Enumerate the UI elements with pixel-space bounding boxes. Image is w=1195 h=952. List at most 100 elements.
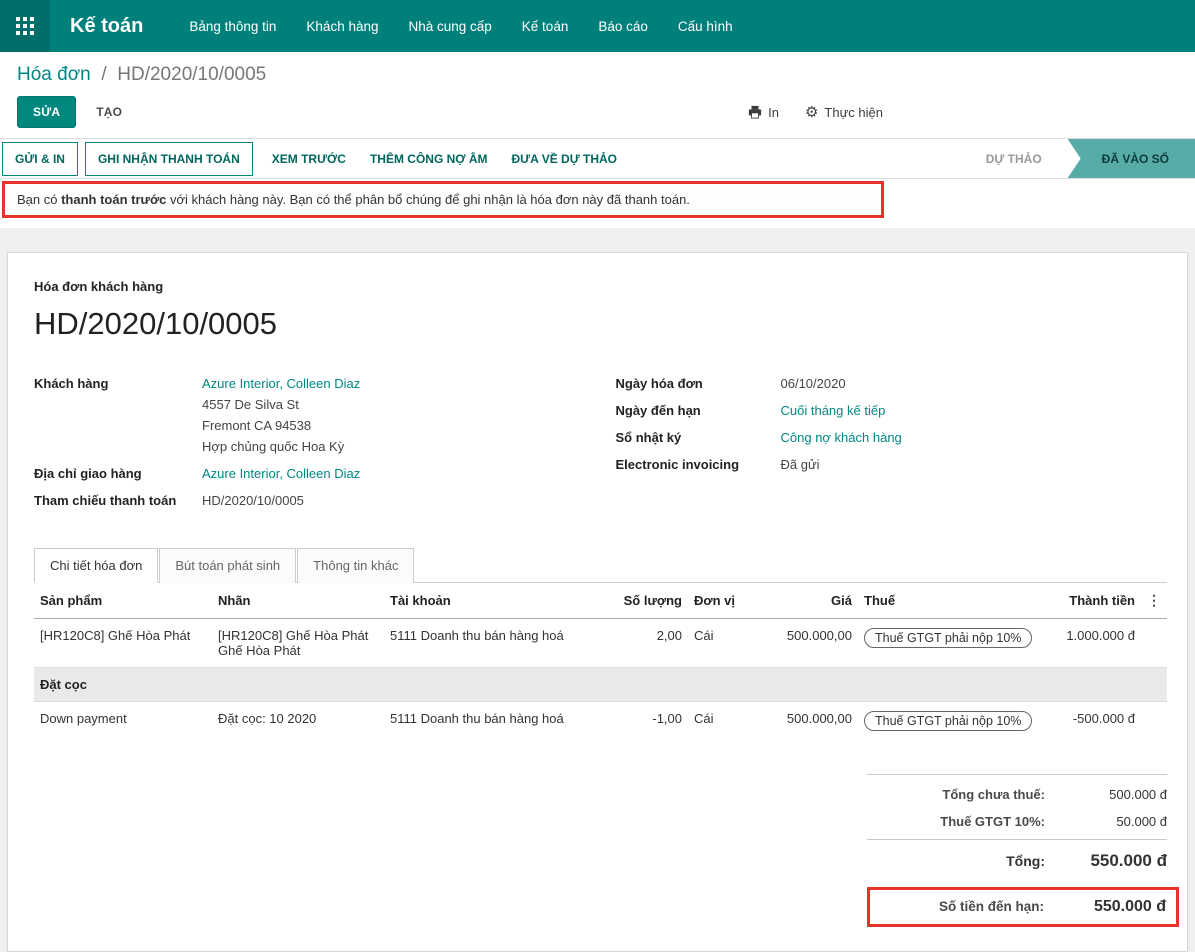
menu-vendors[interactable]: Nhà cung cấp xyxy=(408,19,491,34)
due-date-link[interactable]: Cuối tháng kế tiếp xyxy=(781,401,886,421)
breadcrumb-separator: / xyxy=(101,64,106,85)
printer-icon xyxy=(748,105,762,119)
cell-label: [HR120C8] Ghế Hòa Phát Ghế Hòa Phát xyxy=(212,619,384,668)
totals-table: Tổng chưa thuế: 500.000 đ Thuế GTGT 10%:… xyxy=(867,774,1167,927)
breadcrumb: Hóa đơn / HD/2020/10/0005 xyxy=(0,52,1195,90)
total-untaxed-row: Tổng chưa thuế: 500.000 đ xyxy=(867,781,1167,808)
customer-label: Khách hàng xyxy=(34,374,202,457)
invoice-lines-table: Sản phẩm Nhãn Tài khoản Số lượng Đơn vị … xyxy=(34,583,1167,740)
amount-due-value: 550.000 đ xyxy=(1060,898,1166,916)
status-posted[interactable]: ĐÃ VÀO SỔ xyxy=(1068,139,1195,178)
total-tax-value: 50.000 đ xyxy=(1061,814,1167,829)
col-product: Sản phẩm xyxy=(34,583,212,619)
total-untaxed-value: 500.000 đ xyxy=(1061,787,1167,802)
cell-quantity: -1,00 xyxy=(610,702,688,741)
delivery-address-link[interactable]: Azure Interior, Colleen Diaz xyxy=(202,464,360,484)
print-menu[interactable]: In xyxy=(748,105,779,120)
status-draft[interactable]: DỰ THẢO xyxy=(960,139,1068,178)
register-payment-button[interactable]: GHI NHẬN THANH TOÁN xyxy=(85,142,253,176)
breadcrumb-current: HD/2020/10/0005 xyxy=(117,64,266,85)
statusbar-buttons: GỬI & IN GHI NHẬN THANH TOÁN XEM TRƯỚC T… xyxy=(0,139,629,178)
preview-button[interactable]: XEM TRƯỚC xyxy=(260,143,358,175)
total-tax-row: Thuế GTGT 10%: 50.000 đ xyxy=(867,808,1167,835)
edit-button[interactable]: SỬA xyxy=(17,96,76,128)
col-options: ⋮ xyxy=(1141,583,1167,619)
cell-product: Down payment xyxy=(34,702,212,741)
table-row[interactable]: Down payment Đặt cọc: 10 2020 5111 Doanh… xyxy=(34,702,1167,741)
menu-customers[interactable]: Khách hàng xyxy=(306,19,378,34)
reset-to-draft-button[interactable]: ĐƯA VỀ DỰ THẢO xyxy=(500,143,629,175)
tab-journal-items[interactable]: Bút toán phát sinh xyxy=(159,548,296,583)
invoice-date-label: Ngày hóa đơn xyxy=(616,374,781,394)
col-unit: Đơn vị xyxy=(688,583,750,619)
annotation-box-amount-due: Số tiền đến hạn: 550.000 đ xyxy=(867,887,1179,927)
customer-address-line: Fremont CA 94538 xyxy=(202,415,360,436)
menu-configuration[interactable]: Cấu hình xyxy=(678,19,733,34)
cell-options xyxy=(1141,702,1167,741)
table-section-row[interactable]: Đặt cọc xyxy=(34,668,1167,702)
field-journal: Sổ nhật ký Công nợ khách hàng xyxy=(616,428,1168,448)
send-print-button[interactable]: GỬI & IN xyxy=(2,142,78,176)
col-tax: Thuế xyxy=(858,583,1044,619)
status-pipeline: DỰ THẢO ĐÃ VÀO SỔ xyxy=(960,139,1195,178)
field-customer: Khách hàng Azure Interior, Colleen Diaz … xyxy=(34,374,586,457)
invoice-sheet: Hóa đơn khách hàng HD/2020/10/0005 Khách… xyxy=(7,252,1188,952)
payment-reference-value: HD/2020/10/0005 xyxy=(202,491,304,511)
grand-total-label: Tổng: xyxy=(1006,853,1045,869)
field-delivery-address: Địa chỉ giao hàng Azure Interior, Collee… xyxy=(34,464,586,484)
fields-right-column: Ngày hóa đơn 06/10/2020 Ngày đến hạn Cuố… xyxy=(616,374,1168,518)
cell-tax: Thuế GTGT phải nộp 10% xyxy=(858,619,1044,668)
notebook-tabs: Chi tiết hóa đơn Bút toán phát sinh Thôn… xyxy=(34,548,1167,583)
content-area: Hóa đơn khách hàng HD/2020/10/0005 Khách… xyxy=(0,228,1195,952)
tax-badge: Thuế GTGT phải nộp 10% xyxy=(864,711,1032,731)
field-electronic-invoicing: Electronic invoicing Đã gửi xyxy=(616,455,1168,475)
invoice-date-value: 06/10/2020 xyxy=(781,374,846,394)
journal-link[interactable]: Công nợ khách hàng xyxy=(781,428,902,448)
cell-tax: Thuế GTGT phải nộp 10% xyxy=(858,702,1044,741)
amount-due-label: Số tiền đến hạn: xyxy=(939,899,1044,914)
column-options-icon[interactable]: ⋮ xyxy=(1147,592,1161,608)
apps-grid-icon xyxy=(16,17,34,35)
field-payment-reference: Tham chiếu thanh toán HD/2020/10/0005 xyxy=(34,491,586,511)
cell-account: 5111 Doanh thu bán hàng hoá xyxy=(384,619,610,668)
section-label: Đặt cọc xyxy=(34,668,1167,702)
cell-options xyxy=(1141,619,1167,668)
gear-icon: ⚙ xyxy=(805,105,818,120)
create-button[interactable]: TẠO xyxy=(96,105,122,119)
action-menu[interactable]: ⚙ Thực hiện xyxy=(805,105,883,120)
menu-dashboard[interactable]: Bảng thông tin xyxy=(189,19,276,34)
einvoice-label: Electronic invoicing xyxy=(616,455,781,475)
amount-due-row: Số tiền đến hạn: 550.000 đ xyxy=(880,894,1166,920)
menu-accounting[interactable]: Kế toán xyxy=(522,19,569,34)
col-price: Giá xyxy=(750,583,858,619)
add-credit-note-button[interactable]: THÊM CÔNG NỢ ÂM xyxy=(358,143,500,175)
col-account: Tài khoản xyxy=(384,583,610,619)
customer-address-line: Hợp chủng quốc Hoa Kỳ xyxy=(202,436,360,457)
control-panel: SỬA TẠO In ⚙ Thực hiện xyxy=(0,90,1195,138)
journal-label: Sổ nhật ký xyxy=(616,428,781,448)
tab-other-info[interactable]: Thông tin khác xyxy=(297,548,414,583)
invoice-number: HD/2020/10/0005 xyxy=(34,306,1167,342)
cell-price: 500.000,00 xyxy=(750,702,858,741)
app-title[interactable]: Kế toán xyxy=(70,15,143,38)
tab-invoice-lines[interactable]: Chi tiết hóa đơn xyxy=(34,548,158,583)
cell-product: [HR120C8] Ghế Hòa Phát xyxy=(34,619,212,668)
alert-text-prefix: Bạn có xyxy=(17,192,61,207)
payment-reference-label: Tham chiếu thanh toán xyxy=(34,491,202,511)
field-due-date: Ngày đến hạn Cuối tháng kế tiếp xyxy=(616,401,1168,421)
table-row[interactable]: [HR120C8] Ghế Hòa Phát [HR120C8] Ghế Hòa… xyxy=(34,619,1167,668)
print-menu-label: In xyxy=(768,105,779,120)
cell-label: Đặt cọc: 10 2020 xyxy=(212,702,384,741)
customer-link[interactable]: Azure Interior, Colleen Diaz xyxy=(202,376,360,391)
menu-reports[interactable]: Báo cáo xyxy=(598,19,648,34)
apps-menu-button[interactable] xyxy=(0,0,50,52)
cell-subtotal: -500.000 đ xyxy=(1044,702,1141,741)
col-quantity: Số lượng xyxy=(610,583,688,619)
grand-total-value: 550.000 đ xyxy=(1061,851,1167,871)
alert-row: Bạn có thanh toán trước với khách hàng n… xyxy=(0,179,1195,228)
outstanding-payment-alert annotation-box-alert: Bạn có thanh toán trước với khách hàng n… xyxy=(2,181,884,218)
tax-badge: Thuế GTGT phải nộp 10% xyxy=(864,628,1032,648)
breadcrumb-parent-link[interactable]: Hóa đơn xyxy=(17,64,91,85)
fields-grid: Khách hàng Azure Interior, Colleen Diaz … xyxy=(34,374,1167,518)
control-panel-actions: In ⚙ Thực hiện xyxy=(748,105,883,120)
